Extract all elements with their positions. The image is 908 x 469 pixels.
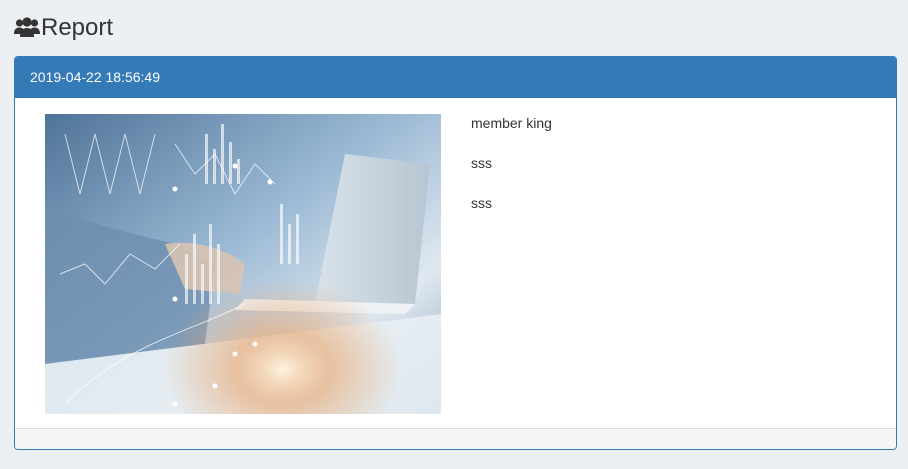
page-header: Report — [14, 12, 113, 44]
report-member-line: member king — [471, 115, 552, 131]
users-icon — [14, 17, 40, 39]
report-image — [45, 114, 441, 414]
report-timestamp: 2019-04-22 18:56:49 — [30, 69, 160, 85]
report-line: sss — [471, 155, 492, 171]
page-title: Report — [41, 14, 114, 41]
report-line: sss — [471, 195, 492, 211]
panel-heading: 2019-04-22 18:56:49 — [15, 57, 896, 98]
report-panel: 2019-04-22 18:56:49 member king sss sss — [14, 56, 897, 450]
report-text: member king sss sss — [471, 114, 552, 234]
panel-footer — [15, 428, 896, 449]
panel-body: member king sss sss — [15, 98, 896, 428]
